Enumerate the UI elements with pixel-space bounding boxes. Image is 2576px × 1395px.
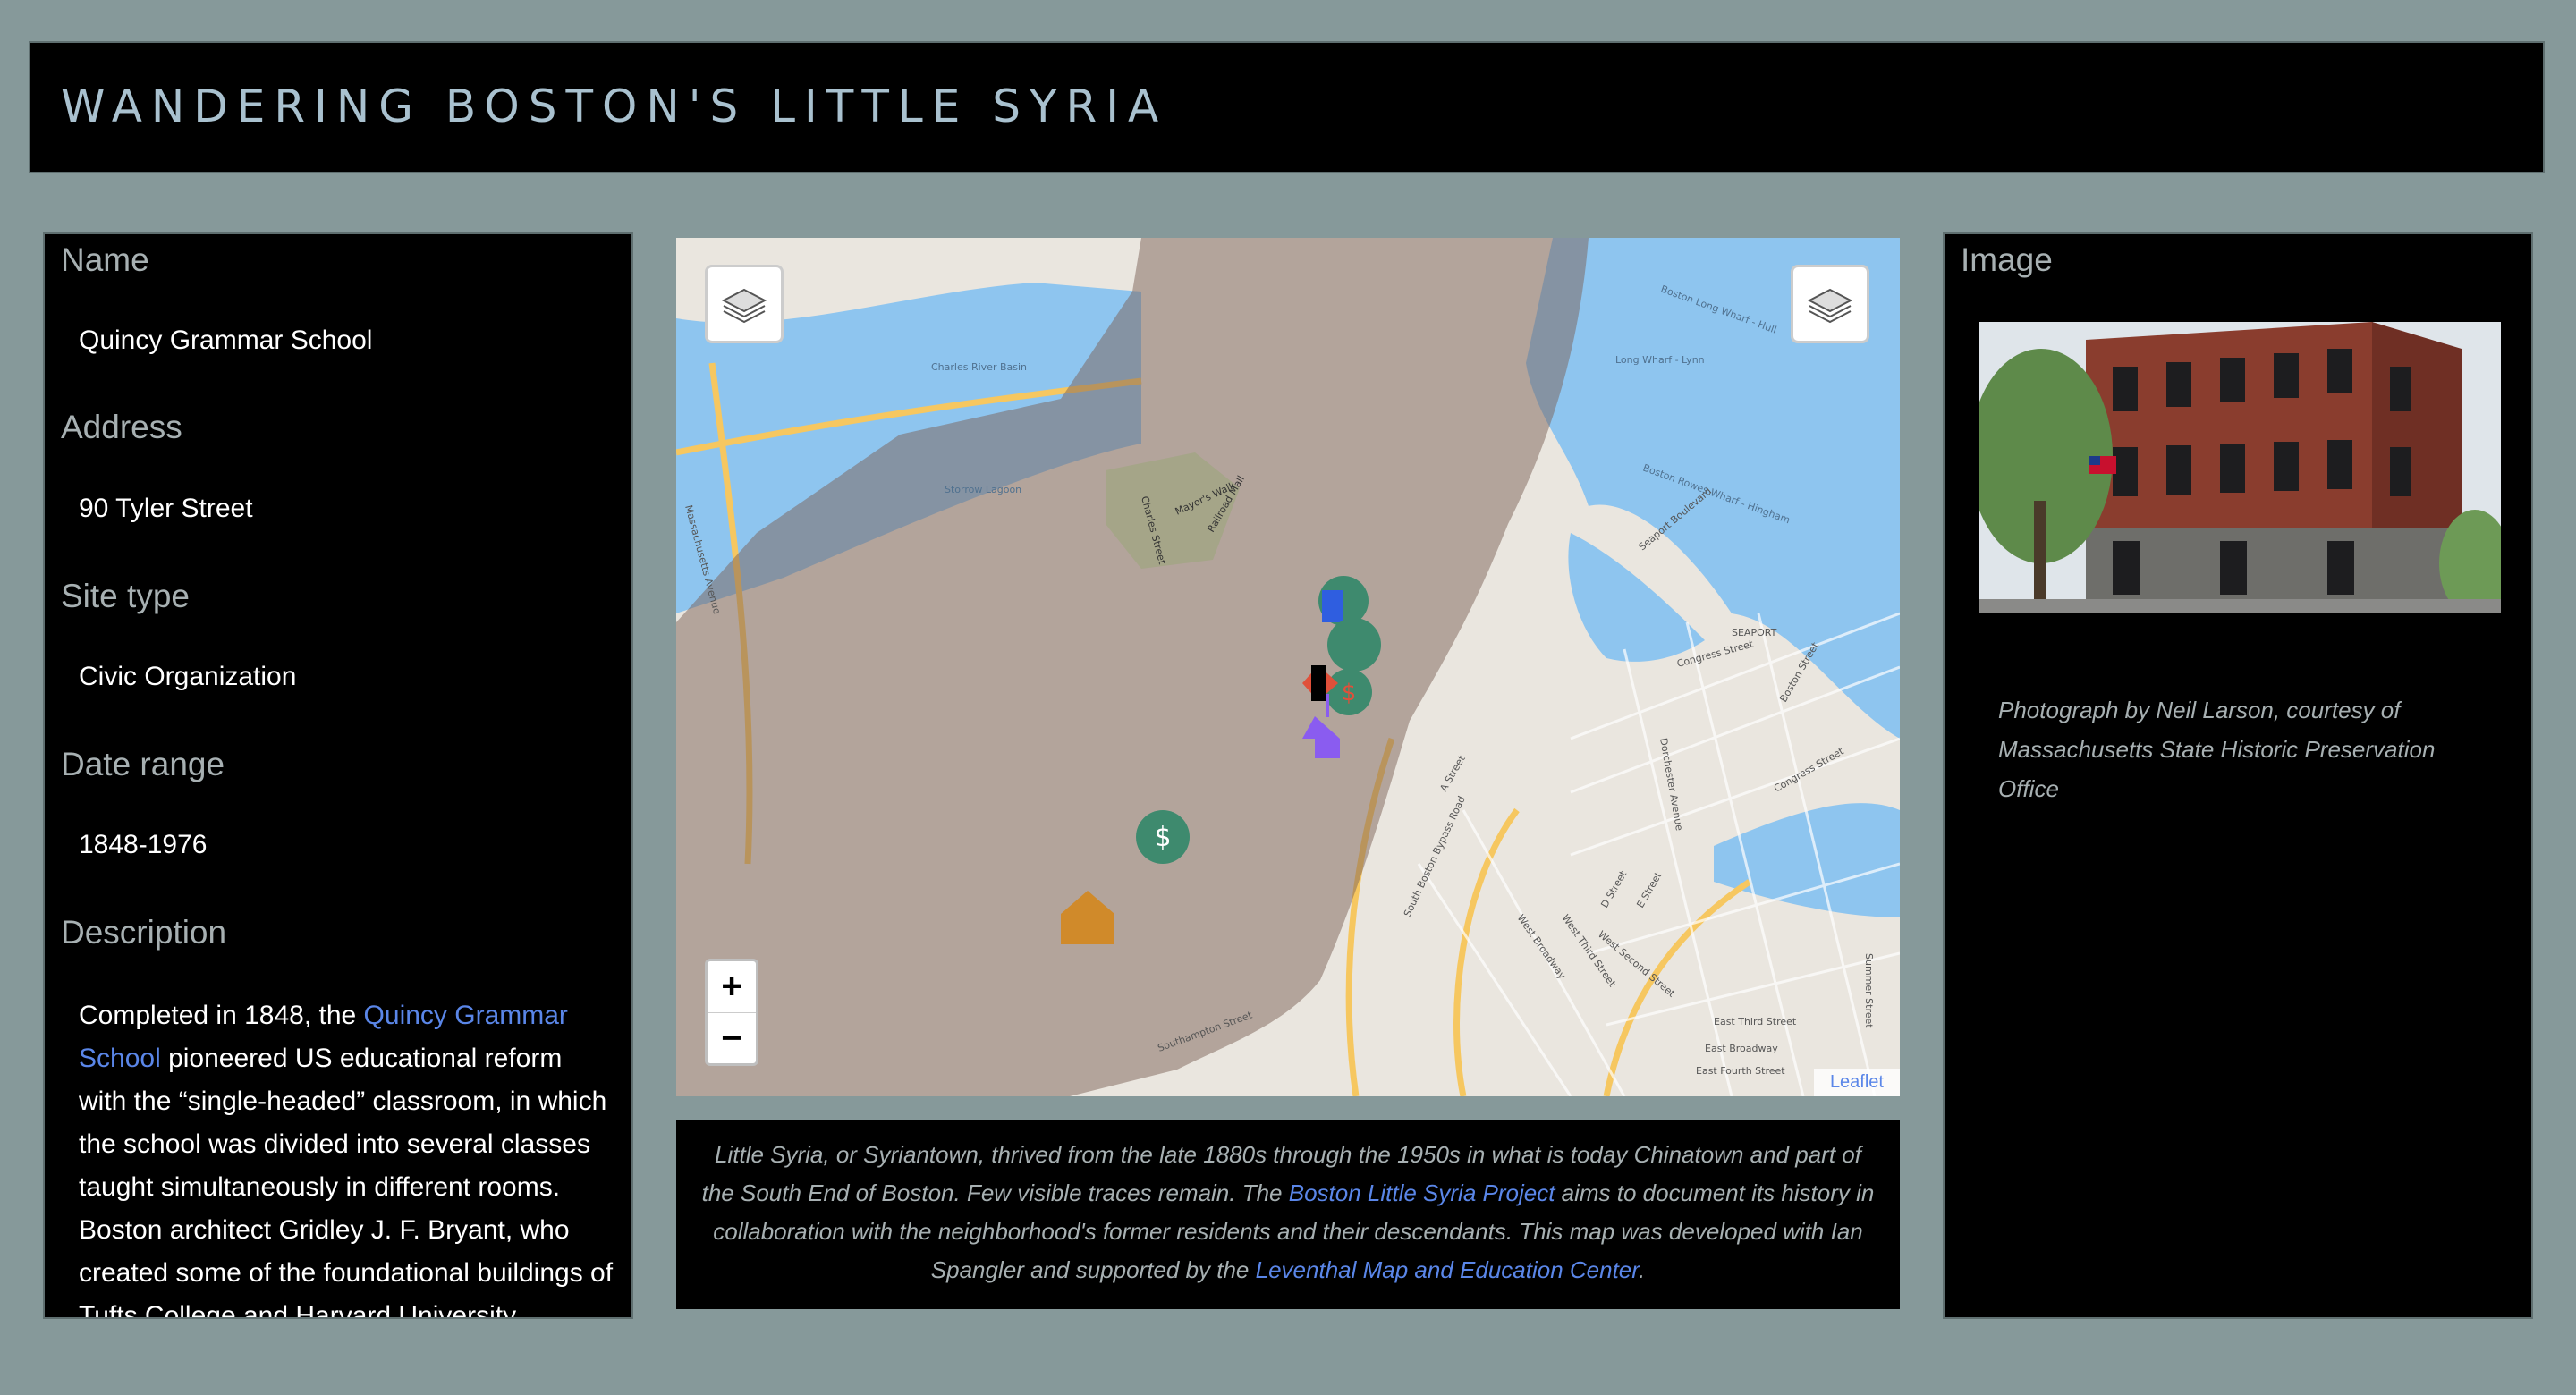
- dollar-icon: $: [1342, 680, 1357, 706]
- caption-text-3: .: [1638, 1256, 1646, 1283]
- details-panel[interactable]: Name Quincy Grammar School Address 90 Ty…: [43, 232, 633, 1319]
- photo-caption: Photograph by Neil Larson, courtesy of M…: [1998, 697, 2436, 802]
- name-label: Name: [61, 241, 149, 278]
- site-photo: [1979, 322, 2501, 613]
- date-range-label: Date range: [61, 746, 225, 782]
- address-label: Address: [61, 409, 182, 445]
- leaflet-attribution[interactable]: Leaflet: [1813, 1069, 1900, 1096]
- map-label: Charles River Basin: [931, 361, 1027, 373]
- image-panel: Image Photograph by Neil Larson, courtes…: [1943, 232, 2533, 1319]
- layers-button-right[interactable]: [1791, 265, 1869, 343]
- map-view[interactable]: Charles River Basin Storrow Lagoon Bosto…: [676, 238, 1900, 1096]
- zoom-out-button[interactable]: −: [708, 1013, 756, 1064]
- map-label: East Third Street: [1714, 1016, 1797, 1027]
- image-label: Image: [1961, 241, 2053, 278]
- description-label: Description: [61, 914, 227, 951]
- site-title: WANDERING BOSTON'S LITTLE SYRIA: [61, 80, 1168, 132]
- map-label: Storrow Lagoon: [945, 484, 1021, 495]
- description-post: pioneered US educational reform with the…: [79, 1044, 614, 1319]
- boston-little-syria-project-link[interactable]: Boston Little Syria Project: [1289, 1179, 1555, 1206]
- zoom-in-button[interactable]: +: [708, 961, 756, 1013]
- date-range-value: 1848-1976: [79, 830, 208, 859]
- building-photo: [1979, 322, 2501, 613]
- map-label: Long Wharf - Lynn: [1615, 354, 1705, 366]
- site-type-label: Site type: [61, 578, 190, 614]
- description-text: Completed in 1848, the Quincy Grammar Sc…: [79, 994, 615, 1319]
- description-pre: Completed in 1848, the: [79, 1001, 364, 1030]
- map-label: East Broadway: [1705, 1043, 1778, 1054]
- layers-button-left[interactable]: [705, 265, 784, 343]
- name-value: Quincy Grammar School: [79, 326, 373, 355]
- map-label: Summer Street: [1863, 953, 1875, 1028]
- map-label: East Fourth Street: [1696, 1065, 1785, 1077]
- map-marker-green[interactable]: [1327, 618, 1381, 672]
- site-type-value: Civic Organization: [79, 662, 297, 691]
- layers-icon: [721, 288, 767, 324]
- zoom-control[interactable]: + −: [705, 959, 758, 1066]
- map-caption: Little Syria, or Syriantown, thrived fro…: [676, 1120, 1900, 1309]
- map-label: SEAPORT: [1732, 627, 1777, 638]
- map-marker-blue[interactable]: [1322, 590, 1343, 622]
- map-marker-black[interactable]: [1311, 665, 1326, 701]
- leventhal-center-link[interactable]: Leventhal Map and Education Center: [1256, 1256, 1639, 1283]
- site-header: WANDERING BOSTON'S LITTLE SYRIA: [29, 41, 2545, 173]
- dollar-icon: $: [1154, 822, 1171, 853]
- map-canvas[interactable]: Charles River Basin Storrow Lagoon Bosto…: [676, 238, 1900, 1096]
- layers-icon: [1807, 288, 1853, 324]
- address-value: 90 Tyler Street: [79, 494, 253, 523]
